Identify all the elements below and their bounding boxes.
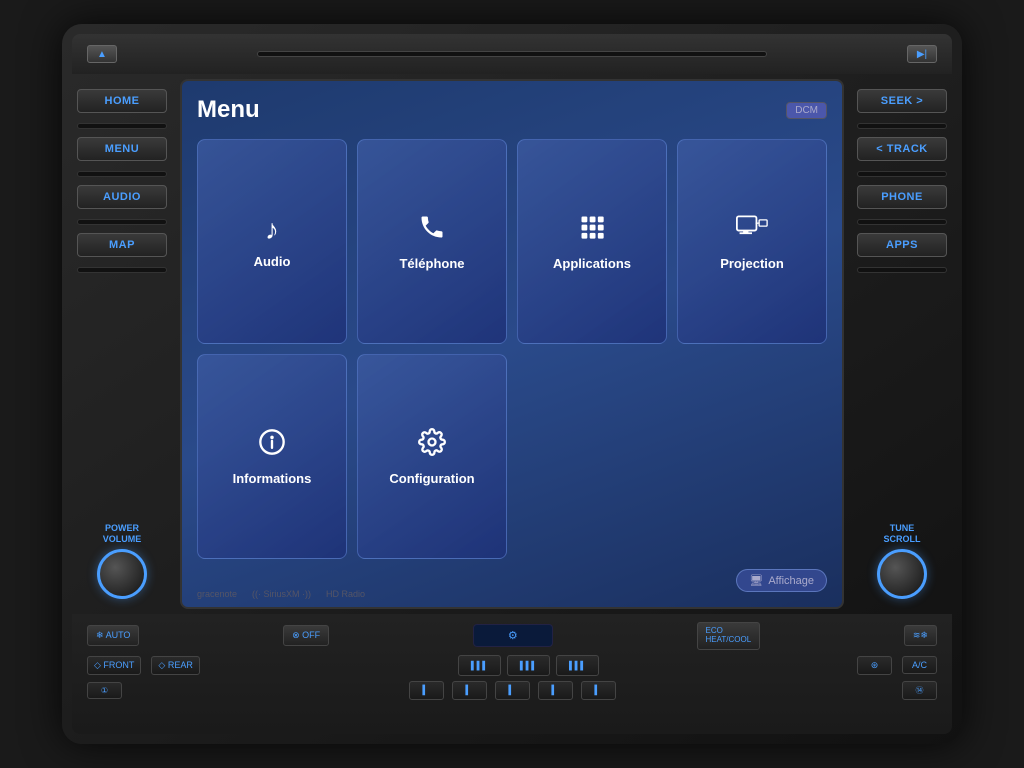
hd-radio-logo: HD Radio: [326, 589, 365, 599]
eco-button[interactable]: ECOHEAT/COOL: [697, 622, 761, 650]
climate-p2[interactable]: ⑭: [902, 681, 937, 700]
cd-slot: [257, 51, 767, 57]
volume-knob-area: POWERVOLUME: [77, 523, 167, 599]
audio-menu-item[interactable]: ♪ Audio: [197, 139, 347, 344]
play-button[interactable]: ▶|: [907, 45, 937, 63]
configuration-menu-item[interactable]: Configuration: [357, 354, 507, 559]
climate-temp-display: ⚙: [473, 624, 553, 647]
auto-button[interactable]: ❄ AUTO: [87, 625, 139, 646]
diamond-front-button[interactable]: ◇ FRONT: [87, 656, 141, 675]
sirius-logo: ((· SiriusXM ·)): [252, 589, 311, 599]
seat-cool-button[interactable]: ⊛: [857, 656, 892, 675]
tune-scroll-knob[interactable]: [877, 549, 927, 599]
seek-slot: [857, 123, 947, 129]
telephone-menu-item[interactable]: Téléphone: [357, 139, 507, 344]
screen-title: Menu: [197, 96, 260, 124]
eject-button[interactable]: ▲: [87, 45, 117, 63]
seek-button[interactable]: SEEK >: [857, 89, 947, 113]
power-volume-label: POWERVOLUME: [103, 523, 142, 545]
climate-c1[interactable]: ▍: [409, 681, 444, 700]
off-icon: ⊗: [292, 630, 300, 640]
climate-c3[interactable]: ▍: [495, 681, 530, 700]
configuration-label: Configuration: [389, 471, 474, 486]
climate-preset-row: ① ▍ ▍ ▍ ▍ ▍ ⑭: [87, 681, 937, 700]
display-icon: 🖥: [749, 574, 763, 587]
screen-logos: gracenote ((· SiriusXM ·)) HD Radio: [197, 589, 365, 599]
audio-button[interactable]: AUDIO: [77, 185, 167, 209]
right-controls: SEEK > < TRACK PHONE APPS TUNESCROLL: [852, 79, 952, 609]
telephone-label: Téléphone: [399, 256, 464, 271]
home-button-slot: [77, 123, 167, 129]
menu-button[interactable]: MENU: [77, 137, 167, 161]
climate-bottom-row: ◇ FRONT ◇ REAR ▌▌▌ ▌▌▌ ▌▌▌ ⊛ A/C: [87, 655, 937, 676]
climate-p1[interactable]: ①: [87, 682, 122, 699]
climate-controls: ❄ AUTO ⊗ OFF ⚙ ECOHEAT/COOL ≋❄ ◇ FRONT ◇…: [72, 614, 952, 734]
main-content: HOME MENU AUDIO MAP POWERVOLUME Menu DCM: [72, 79, 952, 609]
climate-c2[interactable]: ▍: [452, 681, 487, 700]
track-slot: [857, 171, 947, 177]
off-button[interactable]: ⊗ OFF: [283, 625, 329, 646]
top-bar: ▲ ▶|: [72, 34, 952, 74]
gracenote-logo: gracenote: [197, 589, 237, 599]
audio-label: Audio: [254, 254, 291, 269]
menu-button-slot: [77, 171, 167, 177]
tune-knob-area: TUNESCROLL: [857, 523, 947, 599]
climate-top-row: ❄ AUTO ⊗ OFF ⚙ ECOHEAT/COOL ≋❄: [87, 622, 937, 650]
infotainment-screen: Menu DCM ♪ Audio Téléphone: [180, 79, 844, 609]
snowflake-icon: ❄: [96, 630, 104, 640]
audio-button-slot: [77, 219, 167, 225]
volume-knob[interactable]: [97, 549, 147, 599]
projection-label: Projection: [720, 256, 784, 271]
menu-grid: ♪ Audio Téléphone: [197, 139, 827, 559]
informations-label: Informations: [233, 471, 312, 486]
defrost-icon: ≋❄: [913, 630, 928, 640]
left-controls: HOME MENU AUDIO MAP POWERVOLUME: [72, 79, 172, 609]
climate-presets-center: ▍ ▍ ▍ ▍ ▍: [130, 681, 894, 700]
track-button[interactable]: < TRACK: [857, 137, 947, 161]
projection-menu-item[interactable]: Projection: [677, 139, 827, 344]
preset-3[interactable]: ▌▌▌: [556, 655, 599, 676]
diamond-rear-button[interactable]: ◇ REAR: [151, 656, 199, 675]
phone-icon: [418, 213, 446, 248]
screen-header: Menu DCM: [197, 96, 827, 124]
info-icon: [258, 428, 286, 463]
preset-2[interactable]: ▌▌▌: [507, 655, 550, 676]
apps-slot: [857, 267, 947, 273]
tune-scroll-label: TUNESCROLL: [884, 523, 921, 545]
informations-menu-item[interactable]: Informations: [197, 354, 347, 559]
climate-c4[interactable]: ▍: [538, 681, 573, 700]
music-icon: ♪: [265, 214, 279, 246]
phone-slot: [857, 219, 947, 225]
map-button[interactable]: MAP: [77, 233, 167, 257]
applications-menu-item[interactable]: Applications: [517, 139, 667, 344]
phone-button[interactable]: PHONE: [857, 185, 947, 209]
projection-icon: [736, 213, 768, 248]
gear-icon: [418, 428, 446, 463]
car-infotainment-unit: ▲ ▶| HOME MENU AUDIO MAP POWERVOLUME Me: [62, 24, 962, 744]
ac-button[interactable]: A/C: [902, 656, 937, 674]
apps-button[interactable]: APPS: [857, 233, 947, 257]
dcm-badge: DCM: [786, 102, 827, 119]
applications-label: Applications: [553, 256, 631, 271]
climate-c5[interactable]: ▍: [581, 681, 616, 700]
preset-1[interactable]: ▌▌▌: [458, 655, 501, 676]
map-button-slot: [77, 267, 167, 273]
affichage-button[interactable]: 🖥 Affichage: [736, 569, 827, 592]
defrost-button[interactable]: ≋❄: [904, 625, 937, 646]
preset-buttons: ▌▌▌ ▌▌▌ ▌▌▌: [210, 655, 847, 676]
fan-icon: ⚙: [508, 630, 518, 642]
grid-icon: [578, 213, 606, 248]
home-button[interactable]: HOME: [77, 89, 167, 113]
